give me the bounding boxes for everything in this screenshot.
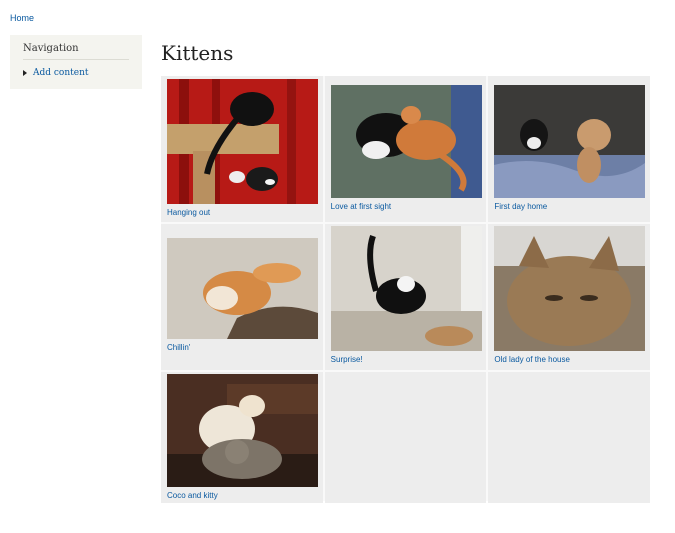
photo-caption-link[interactable]: Coco and kitty xyxy=(167,491,318,500)
gallery-cell: Surprise! xyxy=(324,224,487,370)
sidebar-navigation-block: Navigation Add content xyxy=(10,35,142,89)
gallery-cell: Coco and kitty xyxy=(161,372,323,503)
gallery-item: First day home xyxy=(494,85,646,211)
breadcrumb: Home xyxy=(10,13,34,23)
gallery-photo-link[interactable] xyxy=(330,85,482,198)
kitten-photo-image xyxy=(167,374,318,487)
gallery-cell: Love at first sight xyxy=(324,76,487,222)
empty-gallery-cell xyxy=(488,372,650,503)
sidebar-item-add-content[interactable]: Add content xyxy=(23,68,129,78)
photo-caption-link[interactable]: Hanging out xyxy=(167,208,318,217)
sidebar-item-label[interactable]: Add content xyxy=(33,68,89,78)
photo-caption-link[interactable]: Surprise! xyxy=(331,355,482,364)
photo-caption-link[interactable]: First day home xyxy=(494,202,645,211)
gallery-photo-link[interactable] xyxy=(167,238,318,339)
sidebar-title: Navigation xyxy=(23,43,129,60)
gallery-photo-link[interactable] xyxy=(330,226,482,351)
gallery-item: Love at first sight xyxy=(330,85,482,211)
gallery-item: Old lady of the house xyxy=(494,226,646,364)
kitten-photo-image xyxy=(494,226,646,351)
collapsed-arrow-icon xyxy=(23,70,27,76)
gallery-cell: First day home xyxy=(488,76,650,222)
gallery-item: Hanging out xyxy=(167,79,318,217)
gallery-grid: Hanging out Love at first sight First da… xyxy=(161,76,650,503)
gallery-item: Chillin' xyxy=(167,238,318,352)
page-title: Kittens xyxy=(161,41,234,65)
photo-caption-link[interactable]: Chillin' xyxy=(167,343,318,352)
gallery-photo-link[interactable] xyxy=(494,85,646,198)
gallery-photo-link[interactable] xyxy=(494,226,646,351)
gallery-cell: Hanging out xyxy=(161,76,323,222)
gallery-photo-link[interactable] xyxy=(167,374,318,487)
kitten-photo-image xyxy=(167,238,318,339)
gallery-photo-link[interactable] xyxy=(167,79,318,204)
kitten-photo-image xyxy=(494,85,646,198)
gallery-item: Surprise! xyxy=(330,226,482,364)
empty-gallery-cell xyxy=(324,372,487,503)
photo-caption-link[interactable]: Love at first sight xyxy=(331,202,482,211)
gallery-cell: Chillin' xyxy=(161,224,323,370)
breadcrumb-home-link[interactable]: Home xyxy=(10,13,34,23)
kitten-photo-image xyxy=(330,85,482,198)
kitten-photo-image xyxy=(330,226,482,351)
photo-caption-link[interactable]: Old lady of the house xyxy=(494,355,645,364)
kitten-photo-image xyxy=(167,79,318,204)
gallery-item: Coco and kitty xyxy=(167,374,318,500)
gallery-cell: Old lady of the house xyxy=(488,224,650,370)
